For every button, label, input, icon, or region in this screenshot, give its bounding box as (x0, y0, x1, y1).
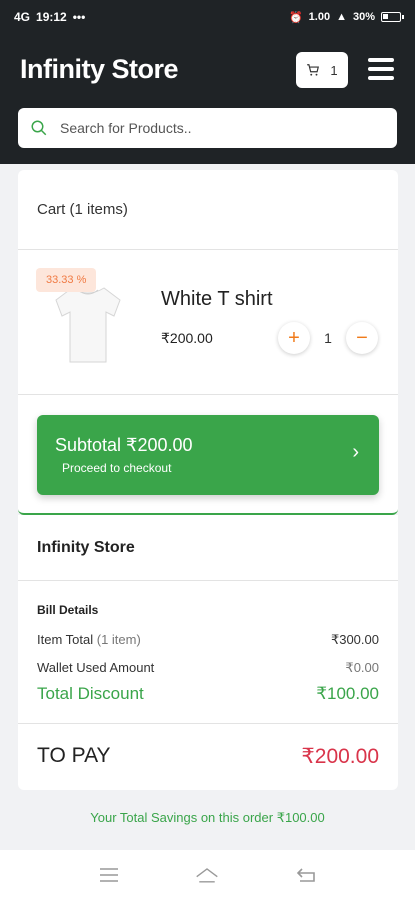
menu-icon[interactable] (97, 863, 121, 887)
status-time: 19:12 (36, 10, 67, 24)
savings-text: Your Total Savings on this order ₹100.00 (90, 810, 325, 825)
back-icon[interactable] (294, 863, 318, 887)
to-pay-value: ₹200.00 (301, 745, 379, 768)
product-price: ₹200.00 (161, 330, 213, 346)
decrement-button[interactable]: − (345, 322, 378, 354)
wallet-value: ₹0.00 (345, 660, 379, 675)
wallet-row: Wallet Used Amount ₹0.00 (37, 660, 379, 676)
data-speed: 1.00 (308, 11, 331, 23)
item-total-count: (1 item) (96, 632, 141, 647)
cart-count: 1 (330, 62, 338, 78)
home-icon[interactable] (195, 863, 219, 887)
quantity-stepper: + 1 − (278, 320, 378, 356)
proceed-label: Proceed to checkout (62, 461, 172, 475)
cart-button[interactable]: 1 (296, 52, 348, 88)
tshirt-image (55, 287, 121, 363)
alarm-icon: ⏰ (288, 11, 303, 24)
status-bar: 4G 19:12 ••• ⏰ 1.00 ▲ 30% (0, 0, 415, 34)
bill-details-heading: Bill Details (37, 603, 99, 617)
more-notifications-icon: ••• (72, 10, 86, 24)
chevron-right-icon: › (352, 441, 359, 463)
product-name: White T shirt (161, 288, 273, 310)
cart-icon (307, 64, 320, 76)
hamburger-menu-icon[interactable] (368, 58, 394, 80)
cart-heading: Cart (1 items) (18, 170, 398, 250)
to-pay-label: TO PAY (37, 744, 111, 767)
search-input[interactable] (60, 120, 360, 136)
app-title: Infinity Store (20, 54, 179, 84)
network-indicator: 4G (14, 10, 31, 24)
subtotal-amount: Subtotal ₹200.00 (55, 435, 193, 455)
battery-icon (381, 12, 404, 22)
app-header: Infinity Store 1 (0, 34, 415, 164)
discount-label: Total Discount (37, 684, 144, 703)
discount-value: ₹100.00 (316, 684, 379, 703)
search-bar[interactable] (18, 108, 397, 148)
bill-card: Infinity Store Bill Details Item Total (… (18, 515, 398, 790)
checkout-button[interactable]: Subtotal ₹200.00 Proceed to checkout › (37, 415, 379, 495)
quantity-value: 1 (324, 330, 332, 346)
item-total-label: Item Total (37, 632, 94, 647)
search-icon (31, 120, 47, 136)
discount-row: Total Discount ₹100.00 (37, 684, 379, 704)
cart-item: 33.33 % White T shirt ₹200.00 + 1 − (18, 250, 398, 395)
divider (18, 723, 398, 724)
item-total-row: Item Total (1 item) ₹300.00 (37, 632, 379, 648)
wifi-icon: ▲ (336, 11, 347, 23)
system-nav-bar (0, 850, 415, 900)
battery-percent: 30% (352, 11, 375, 23)
cart-card: Cart (1 items) 33.33 % White T shirt ₹20… (18, 170, 398, 515)
store-name: Infinity Store (18, 515, 398, 581)
discount-badge: 33.33 % (36, 268, 97, 292)
item-total-value: ₹300.00 (330, 632, 379, 647)
increment-button[interactable]: + (278, 322, 310, 354)
wallet-label: Wallet Used Amount (37, 660, 155, 675)
